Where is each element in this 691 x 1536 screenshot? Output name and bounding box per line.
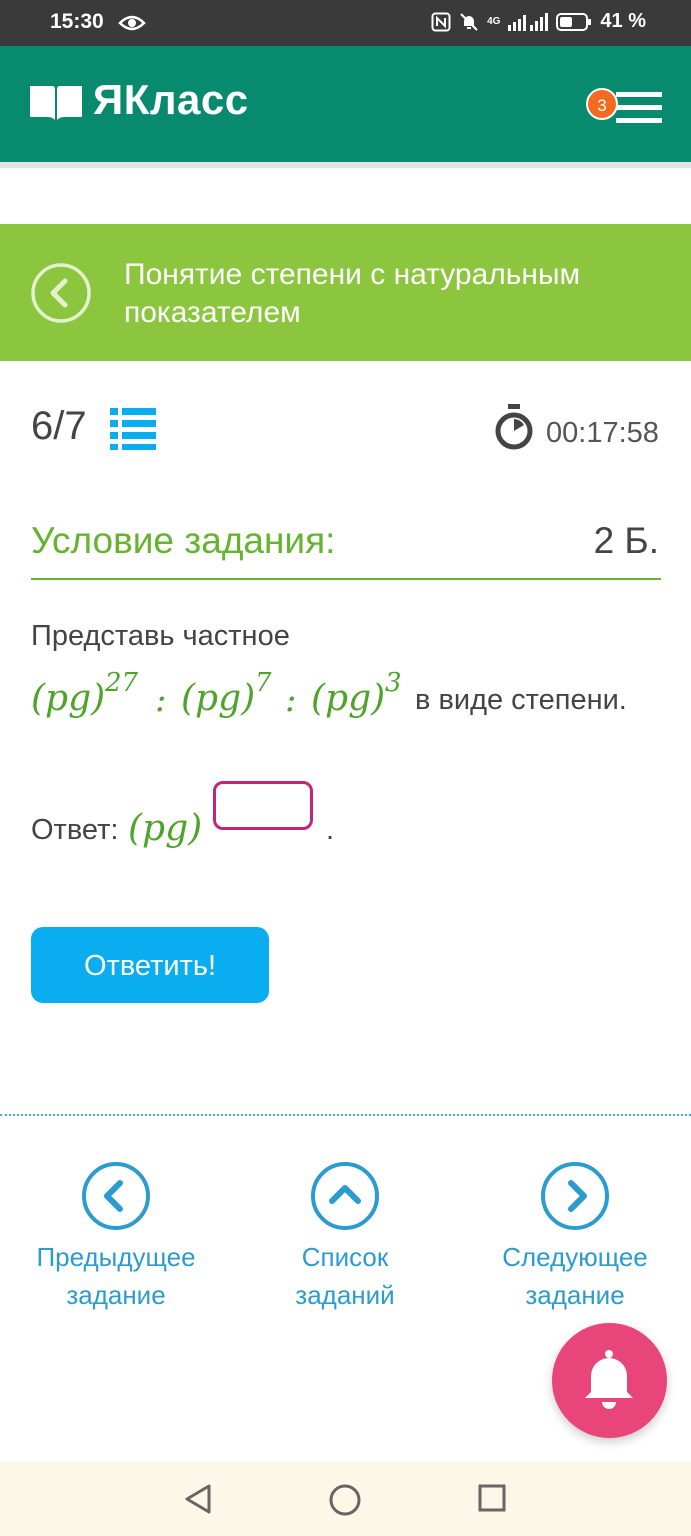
- battery-percent: 41 %: [600, 10, 646, 32]
- list-label-line1: Список: [301, 1242, 389, 1272]
- math-exp-3: 3: [385, 668, 402, 698]
- recents-square-icon[interactable]: [477, 1483, 507, 1513]
- answer-label: Ответ:: [31, 814, 119, 846]
- next-label-line2: задание: [525, 1280, 625, 1310]
- notifications-fab[interactable]: [552, 1323, 667, 1438]
- answer-period: .: [326, 814, 335, 846]
- task-points: 2 Б.: [593, 520, 659, 561]
- nfc-icon: [431, 12, 451, 31]
- dotted-divider: [0, 1114, 691, 1116]
- status-time: 15:30: [50, 10, 104, 33]
- chevron-right-circle-icon: [541, 1162, 609, 1230]
- network-type: 4G: [487, 16, 501, 27]
- next-task-link[interactable]: Следующее задание: [475, 1160, 675, 1314]
- prev-task-link[interactable]: Предыдущее задание: [16, 1160, 216, 1314]
- back-triangle-icon[interactable]: [183, 1483, 213, 1515]
- book-logo-icon: [30, 86, 82, 120]
- back-circle-icon[interactable]: [30, 262, 92, 324]
- next-label-line1: Следующее: [502, 1242, 648, 1272]
- prev-label-line1: Предыдущее: [36, 1242, 196, 1272]
- status-bar: 15:30 4G 41 %: [0, 0, 691, 46]
- notification-badge: 3: [586, 88, 618, 120]
- math-exp-1: 27: [105, 668, 139, 698]
- task-text-prefix: Представь частное: [31, 620, 290, 652]
- math-base-3: (pg): [311, 678, 386, 719]
- timer-value: 00:17:58: [546, 417, 659, 449]
- stopwatch-icon: [495, 404, 533, 450]
- app-logo[interactable]: ЯКласс: [93, 76, 249, 124]
- list-label-line2: заданий: [295, 1280, 395, 1310]
- mute-bell-icon: [460, 12, 478, 31]
- chevron-up-circle-icon: [311, 1162, 379, 1230]
- math-exp-2: 7: [255, 668, 272, 698]
- math-base-2: (pg): [181, 678, 256, 719]
- menu-button[interactable]: 3: [586, 88, 662, 128]
- math-op-2: :: [285, 680, 297, 720]
- prev-label-line2: задание: [66, 1280, 166, 1310]
- answer-exponent-input[interactable]: [213, 781, 313, 830]
- system-nav-bar: [0, 1462, 691, 1536]
- answer-base: (pg): [128, 808, 203, 849]
- condition-divider: [31, 578, 661, 580]
- hamburger-icon: [616, 92, 662, 123]
- task-expression: (pg) 27 : (pg) 7 : (pg) 3 в виде степени…: [31, 668, 671, 728]
- task-counter: 6/7: [31, 404, 87, 448]
- submit-answer-button[interactable]: Ответить!: [31, 927, 269, 1003]
- topic-title: Понятие степени с натуральным показателе…: [124, 258, 581, 329]
- home-circle-icon[interactable]: [328, 1483, 362, 1517]
- signal-icon: [508, 12, 549, 31]
- math-op-1: :: [155, 680, 167, 720]
- chevron-left-circle-icon: [82, 1162, 150, 1230]
- battery-icon: [556, 12, 592, 31]
- app-header: ЯКласс 3: [0, 46, 691, 162]
- header-shadow: [0, 162, 691, 168]
- bell-icon: [585, 1350, 633, 1409]
- task-list-link[interactable]: Список заданий: [245, 1160, 445, 1314]
- topic-banner: Понятие степени с натуральным показателе…: [0, 224, 691, 361]
- task-list-icon[interactable]: [110, 408, 156, 450]
- math-base-1: (pg): [31, 678, 106, 719]
- task-text-suffix: в виде степени.: [415, 684, 627, 716]
- condition-heading: Условие задания:: [31, 520, 336, 561]
- eye-icon: [118, 15, 146, 31]
